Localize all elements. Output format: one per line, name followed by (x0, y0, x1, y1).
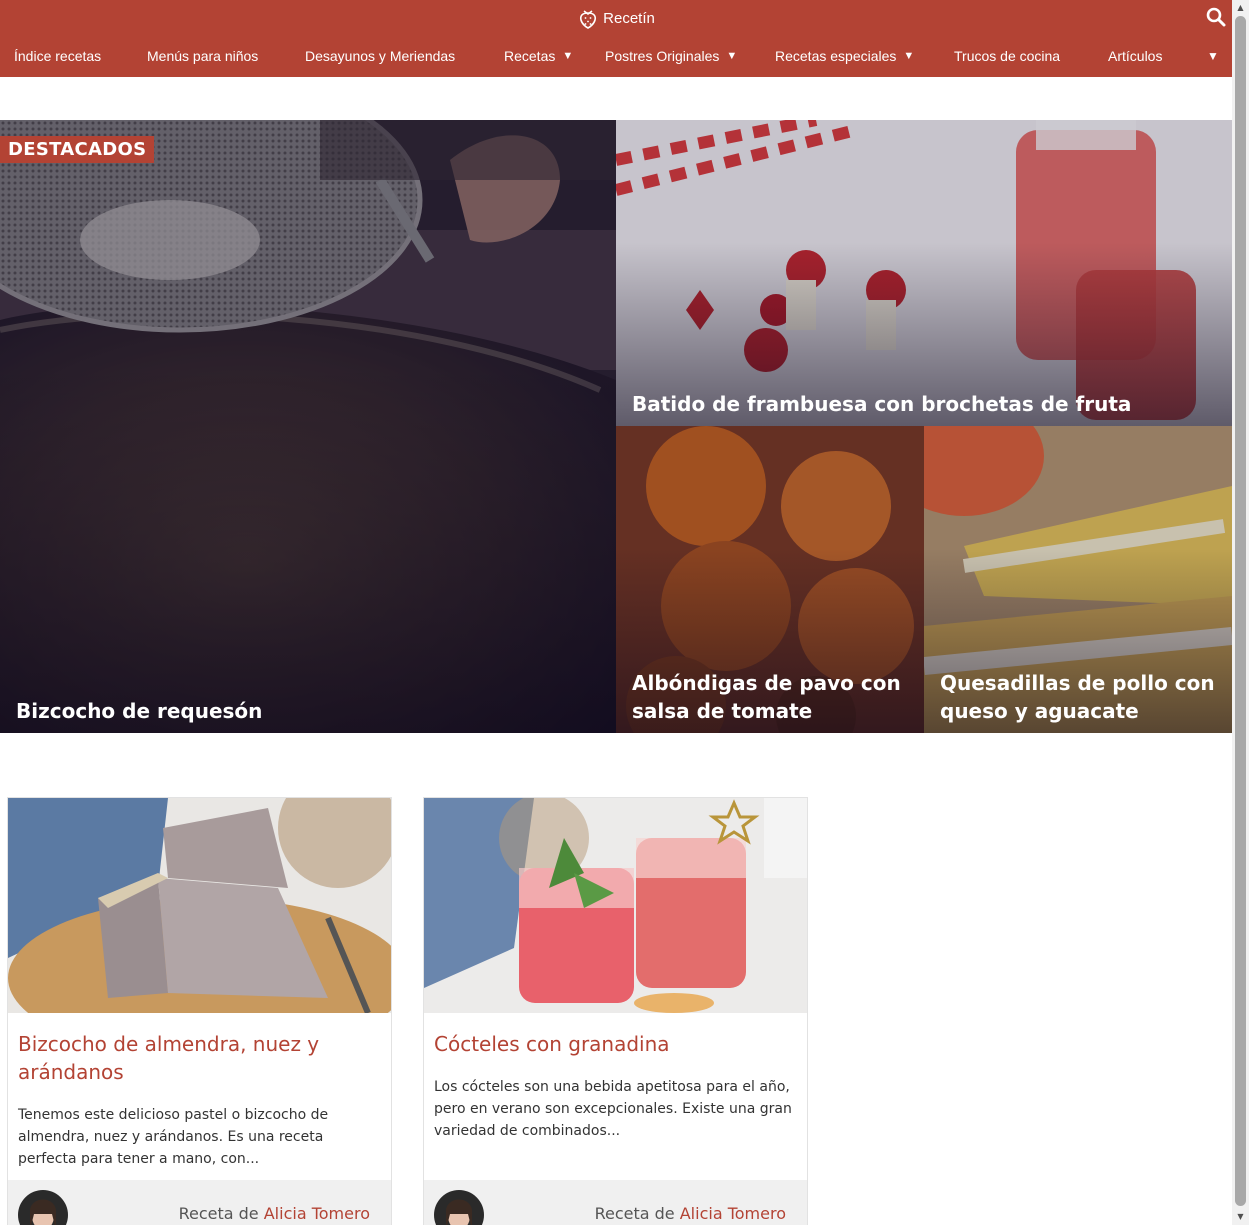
card-byline: Receta de Alicia Tomero (178, 1204, 370, 1223)
search-icon (1206, 7, 1226, 27)
page-scrollbar[interactable]: ▲ ▼ (1232, 0, 1249, 1225)
scroll-up-icon[interactable]: ▲ (1235, 3, 1246, 13)
bizcocho-almendra-photo[interactable] (8, 798, 391, 1013)
cocteles-granadina-photo[interactable] (424, 798, 807, 1013)
nav-item-recetas-especiales[interactable]: Recetas especiales ▼ (775, 38, 914, 74)
featured-badge: DESTACADOS (0, 136, 155, 163)
featured-tile-bizcocho-requeson[interactable]: DESTACADOS Bizcocho de requesón (0, 120, 616, 733)
nav-more-button[interactable]: ▼ (1207, 38, 1219, 74)
nav-item-indice-recetas[interactable]: Índice recetas (14, 38, 101, 74)
nav-item-recetas[interactable]: Recetas ▼ (504, 38, 573, 74)
card-footer: Receta de Alicia Tomero (424, 1180, 807, 1225)
author-link[interactable]: Alicia Tomero (264, 1204, 370, 1223)
scroll-down-icon[interactable]: ▼ (1235, 1212, 1246, 1222)
avatar[interactable] (18, 1190, 68, 1225)
nav-item-desayunos[interactable]: Desayunos y Meriendas (305, 38, 455, 74)
featured-section: DESTACADOS Bizcocho de requesón Batido d… (0, 120, 1232, 733)
nav-item-trucos-cocina[interactable]: Trucos de cocina (954, 38, 1060, 74)
card-title[interactable]: Cócteles con granadina (434, 1030, 794, 1058)
recipe-card: Bizcocho de almendra, nuez y arándanos T… (7, 797, 392, 1225)
caret-down-icon: ▼ (1207, 49, 1219, 63)
brand-logo[interactable]: Recetín (0, 5, 1232, 31)
brand-name: Recetín (603, 9, 655, 27)
card-byline: Receta de Alicia Tomero (594, 1204, 786, 1223)
nav-item-postres-originales[interactable]: Postres Originales ▼ (605, 38, 737, 74)
card-excerpt: Los cócteles son una bebida apetitosa pa… (434, 1079, 792, 1139)
featured-tile-title: Albóndigas de pavo con salsa de tomate (632, 671, 901, 723)
featured-tile-batido-frambuesa[interactable]: Batido de frambuesa con brochetas de fru… (616, 120, 1232, 426)
caret-down-icon: ▼ (903, 50, 915, 62)
site-header: Recetín Índice recetas Menús para niños … (0, 0, 1232, 77)
avatar[interactable] (434, 1190, 484, 1225)
main-nav: Índice recetas Menús para niños Desayuno… (0, 38, 1232, 74)
nav-item-articulos[interactable]: Artículos (1108, 38, 1162, 74)
featured-tile-title: Bizcocho de requesón (16, 699, 263, 723)
strawberry-icon (577, 7, 599, 29)
featured-tile-quesadillas[interactable]: Quesadillas de pollo con queso y aguacat… (924, 426, 1232, 733)
featured-tile-title: Batido de frambuesa con brochetas de fru… (632, 392, 1132, 416)
card-excerpt: Tenemos este delicioso pastel o bizcocho… (18, 1107, 329, 1167)
search-button[interactable] (1204, 5, 1228, 29)
author-link[interactable]: Alicia Tomero (680, 1204, 786, 1223)
featured-tile-albondigas[interactable]: Albóndigas de pavo con salsa de tomate (616, 426, 924, 733)
card-footer: Receta de Alicia Tomero (8, 1180, 391, 1225)
featured-tile-title: Quesadillas de pollo con queso y aguacat… (940, 671, 1215, 723)
scrollbar-thumb[interactable] (1235, 16, 1246, 1206)
caret-down-icon: ▼ (726, 50, 738, 62)
nav-item-menus-ninos[interactable]: Menús para niños (147, 38, 258, 74)
card-title[interactable]: Bizcocho de almendra, nuez y arándanos (18, 1030, 378, 1086)
caret-down-icon: ▼ (562, 50, 574, 62)
recipe-card: Cócteles con granadina Los cócteles son … (423, 797, 808, 1225)
